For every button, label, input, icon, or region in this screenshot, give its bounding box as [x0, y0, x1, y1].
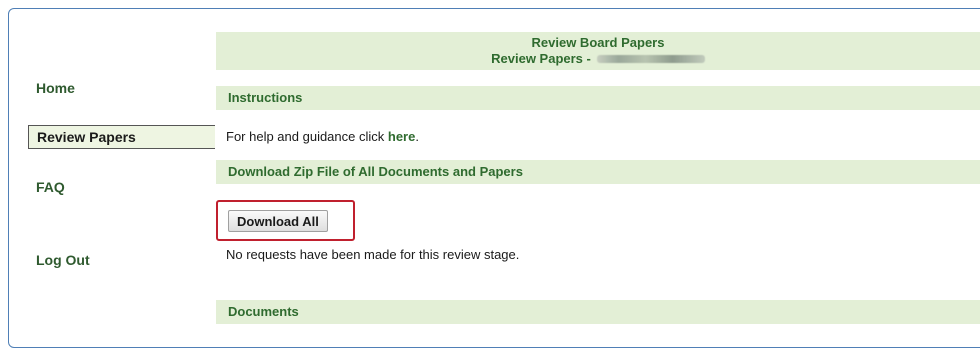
download-highlight-box: Download All: [216, 200, 355, 241]
sidebar-item-label: Review Papers: [37, 129, 136, 145]
sidebar-item-label: FAQ: [36, 179, 65, 195]
section-documents-header: Documents: [216, 300, 980, 324]
page-header: Review Board Papers Review Papers -: [216, 32, 980, 70]
sidebar-item-review-papers[interactable]: Review Papers: [28, 125, 215, 149]
sidebar-item-home[interactable]: Home: [28, 76, 215, 100]
redacted-name: [596, 55, 705, 63]
instructions-trailing: .: [415, 129, 419, 144]
section-instructions-header: Instructions: [216, 86, 980, 110]
help-link[interactable]: here: [388, 129, 415, 144]
subtitle-prefix: Review Papers -: [491, 51, 591, 66]
section-download-zip-header: Download Zip File of All Documents and P…: [216, 160, 980, 184]
section-title: Download Zip File of All Documents and P…: [228, 164, 523, 179]
download-all-button[interactable]: Download All: [228, 210, 328, 232]
no-requests-message: No requests have been made for this revi…: [226, 247, 520, 262]
sidebar-item-log-out[interactable]: Log Out: [28, 248, 215, 272]
page-title: Review Board Papers: [531, 35, 665, 50]
main-content: Review Board Papers Review Papers - Inst…: [216, 32, 980, 324]
sidebar-item-label: Home: [36, 80, 75, 96]
sidebar-item-label: Log Out: [36, 252, 90, 268]
sidebar-item-faq[interactable]: FAQ: [28, 175, 215, 199]
instructions-text: For help and guidance click here.: [226, 129, 419, 144]
section-title: Instructions: [228, 90, 303, 105]
section-title: Documents: [228, 304, 299, 319]
page-subtitle: Review Papers -: [491, 51, 705, 67]
instructions-prefix: For help and guidance click: [226, 129, 388, 144]
